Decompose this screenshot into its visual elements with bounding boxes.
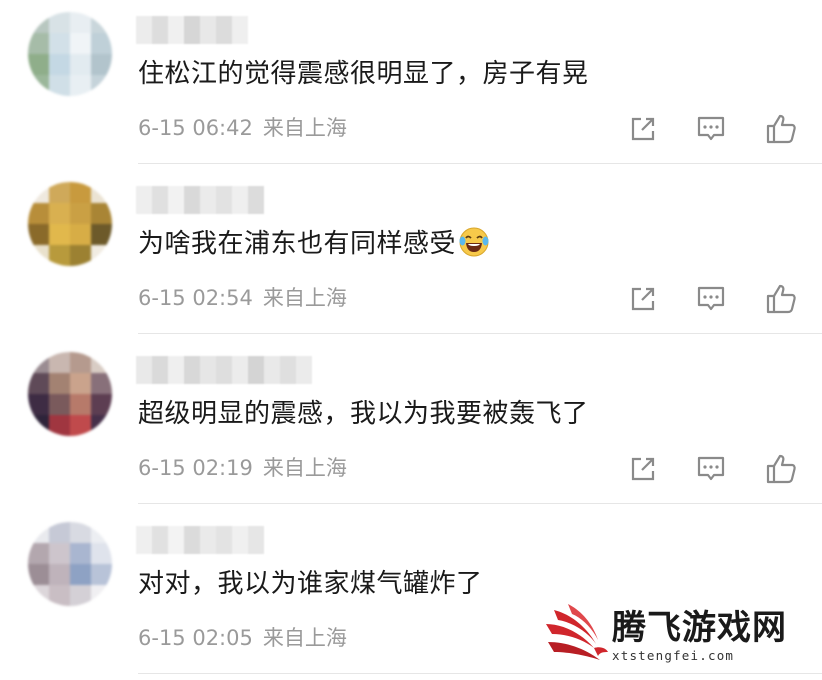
- comment-actions: [626, 452, 806, 486]
- share-icon: [631, 287, 655, 311]
- avatar[interactable]: [28, 522, 112, 606]
- comment-time: 6-15 06:42: [138, 116, 253, 140]
- red-swoosh-logo: [546, 604, 608, 660]
- share-button[interactable]: [626, 452, 660, 486]
- comment-icon: [697, 456, 725, 481]
- share-button[interactable]: [626, 112, 660, 146]
- divider: [138, 163, 822, 164]
- watermark-url: xtstengfei.com: [612, 648, 735, 663]
- comment-time: 6-15 02:19: [138, 456, 253, 480]
- comment-meta: 6-15 06:42 来自上海: [138, 114, 347, 142]
- like-button[interactable]: [764, 282, 798, 316]
- laughing-with-tears-icon: [459, 227, 489, 257]
- share-icon: [631, 457, 655, 481]
- comment-text-content: 为啥我在浦东也有同样感受: [138, 229, 457, 259]
- reply-button[interactable]: [694, 452, 728, 486]
- comment-actions: [626, 282, 806, 316]
- thumbs-up-icon: [766, 114, 796, 144]
- reply-button[interactable]: [694, 282, 728, 316]
- comment-icon: [697, 116, 725, 141]
- comment-item: 住松江的觉得震感很明显了，房子有晃 6-15 06:42 来自上海: [0, 0, 822, 170]
- username[interactable]: [136, 526, 264, 554]
- comment-item: 超级明显的震感，我以为我要被轰飞了 6-15 02:19 来自上海: [0, 340, 822, 510]
- share-button[interactable]: [626, 282, 660, 316]
- comment-text: 为啥我在浦东也有同样感受: [138, 224, 490, 264]
- comment-text: 超级明显的震感，我以为我要被轰飞了: [138, 399, 589, 429]
- comment-text: 住松江的觉得震感很明显了，房子有晃: [138, 59, 589, 89]
- comment-actions: [626, 112, 806, 146]
- comment-meta: 6-15 02:05 来自上海: [138, 624, 347, 652]
- divider: [138, 503, 822, 504]
- thumbs-up-icon: [766, 454, 796, 484]
- thumbs-up-icon: [766, 284, 796, 314]
- comment-icon: [697, 286, 725, 311]
- comment-time: 6-15 02:54: [138, 286, 253, 310]
- watermark: 腾飞游戏网 xtstengfei.com: [544, 600, 814, 672]
- username[interactable]: [136, 186, 264, 214]
- divider: [138, 333, 822, 334]
- like-button[interactable]: [764, 452, 798, 486]
- reply-button[interactable]: [694, 112, 728, 146]
- avatar[interactable]: [28, 352, 112, 436]
- comment-time: 6-15 02:05: [138, 626, 253, 650]
- comment-location: 来自上海: [262, 116, 347, 140]
- comment-text: 对对，我以为谁家煤气罐炸了: [138, 569, 483, 599]
- comment-location: 来自上海: [262, 626, 347, 650]
- avatar[interactable]: [28, 182, 112, 266]
- comment-item: 为啥我在浦东也有同样感受 6-15 02:54 来自上海: [0, 170, 822, 340]
- username[interactable]: [136, 356, 312, 384]
- divider: [138, 673, 822, 674]
- comment-meta: 6-15 02:54 来自上海: [138, 284, 347, 312]
- username[interactable]: [136, 16, 248, 44]
- comment-location: 来自上海: [262, 456, 347, 480]
- avatar[interactable]: [28, 12, 112, 96]
- watermark-title: 腾飞游戏网: [612, 608, 787, 648]
- like-button[interactable]: [764, 112, 798, 146]
- comment-meta: 6-15 02:19 来自上海: [138, 454, 347, 482]
- share-icon: [631, 117, 655, 141]
- comment-location: 来自上海: [262, 286, 347, 310]
